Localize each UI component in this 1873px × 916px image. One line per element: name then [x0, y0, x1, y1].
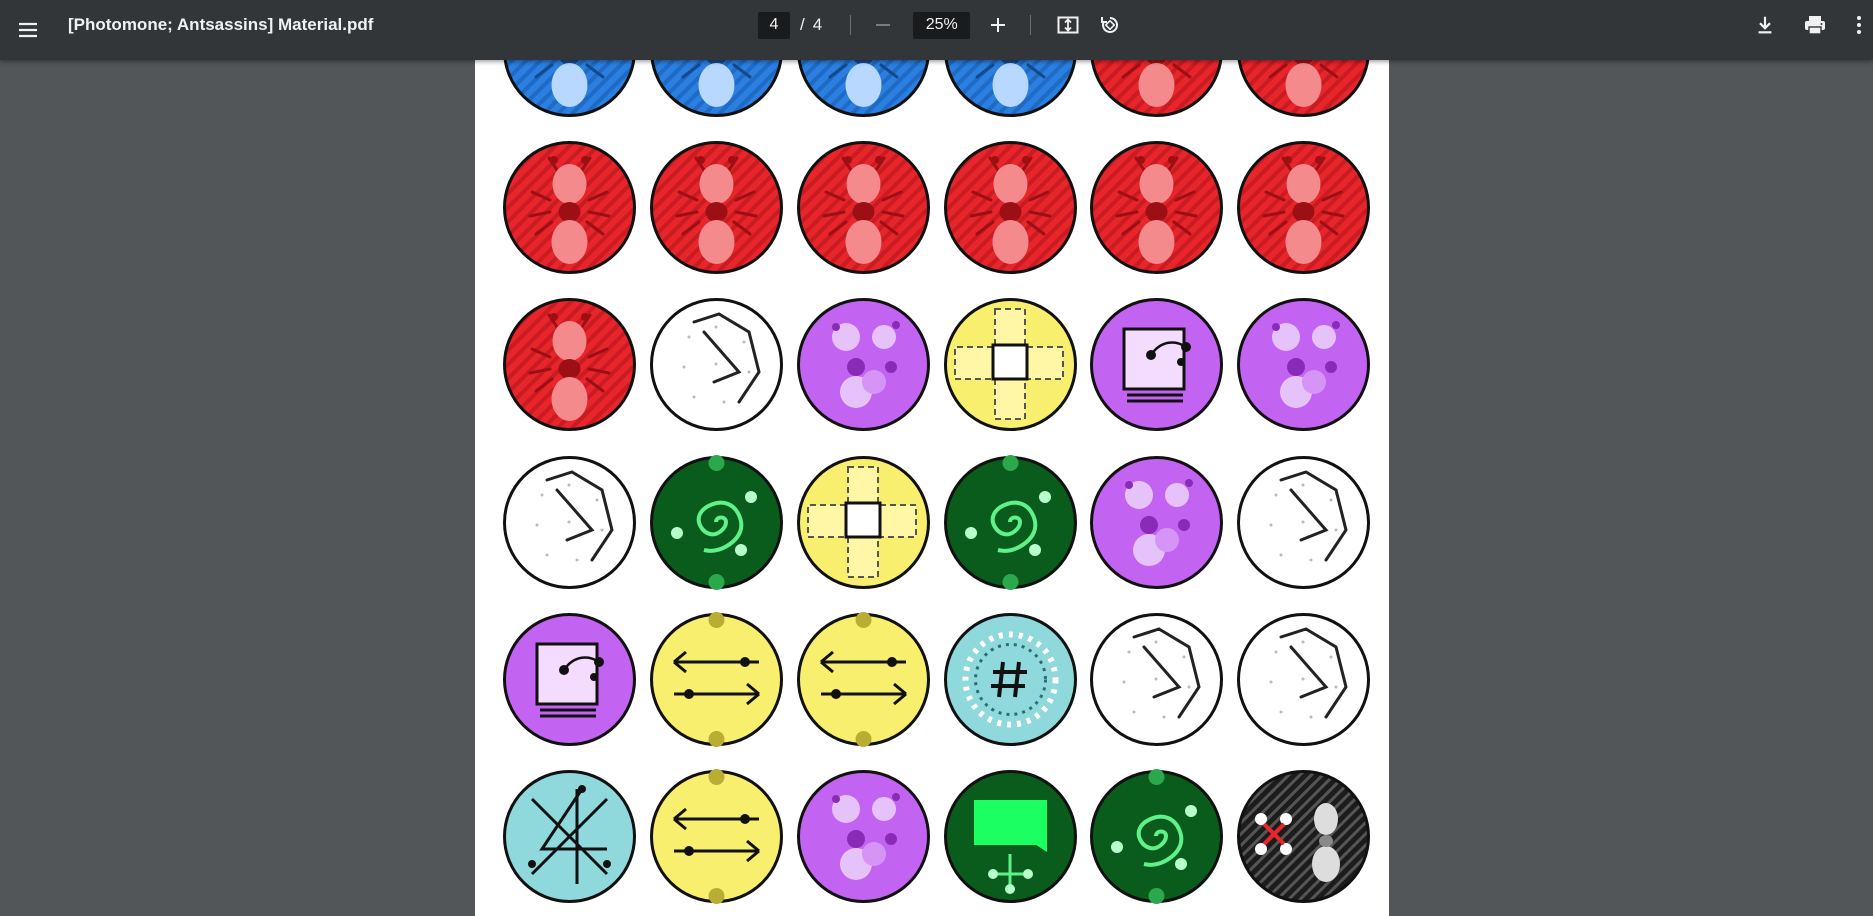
- token-white-lines-graphic: [1090, 613, 1223, 746]
- token-red-ant-graphic: [944, 141, 1077, 274]
- pdf-page: [475, 0, 1389, 916]
- token-red-ant-graphic: [1090, 141, 1223, 274]
- page-total: 4: [812, 15, 823, 34]
- token-cyan-star: [502, 769, 637, 904]
- token-white-lines-graphic: [1237, 456, 1370, 589]
- token-red-ant: [943, 140, 1078, 275]
- token-white-lines: [1236, 612, 1371, 747]
- page-separator: /: [800, 15, 805, 34]
- token-red-ant: [796, 140, 931, 275]
- token-cyan-hash-graphic: [944, 613, 1077, 746]
- token-green-spiral-graphic: [650, 455, 783, 590]
- token-red-ant: [649, 140, 784, 275]
- token-purple-ants: [1236, 297, 1371, 432]
- document-title: [Photomone; Antsassins] Material.pdf: [68, 15, 374, 34]
- zoom-in-button[interactable]: [984, 11, 1012, 39]
- token-red-ant-graphic: [503, 298, 636, 431]
- token-red-ant: [1089, 140, 1224, 275]
- toolbar-divider: [850, 15, 852, 35]
- token-yellow-cross: [943, 297, 1078, 432]
- token-white-lines: [1236, 455, 1371, 590]
- plus-icon: [991, 18, 1006, 32]
- token-white-lines-graphic: [1237, 613, 1370, 746]
- fit-to-page-icon: [1057, 16, 1079, 34]
- hamburger-menu-icon[interactable]: [8, 10, 48, 50]
- token-black-x-ant: [1236, 769, 1371, 904]
- fit-to-page-button[interactable]: [1053, 10, 1083, 40]
- token-red-ant-graphic: [503, 141, 636, 274]
- token-yellow-cross-graphic: [797, 456, 930, 589]
- page-zoom-controls: / 4: [758, 0, 1125, 50]
- token-cyan-star-graphic: [503, 770, 636, 903]
- token-yellow-arrows: [649, 769, 784, 904]
- print-button[interactable]: [1795, 5, 1835, 45]
- token-purple-card-graphic: [1090, 298, 1223, 431]
- token-green-spiral: [943, 455, 1078, 590]
- token-green-spiral-graphic: [1090, 769, 1223, 904]
- token-red-ant-graphic: [1237, 141, 1370, 274]
- token-green-speech-graphic: [944, 770, 1077, 903]
- token-yellow-arrows-graphic: [650, 769, 783, 904]
- token-purple-ants: [796, 297, 931, 432]
- more-options-button[interactable]: [1839, 5, 1873, 45]
- token-red-ant: [502, 297, 637, 432]
- token-white-lines: [1089, 612, 1224, 747]
- document-actions: [1745, 0, 1873, 50]
- token-purple-ants-graphic: [797, 298, 930, 431]
- token-red-ant-graphic: [650, 141, 783, 274]
- token-red-ant: [1236, 140, 1371, 275]
- token-purple-ants: [796, 769, 931, 904]
- token-purple-card-graphic: [503, 613, 636, 746]
- token-purple-ants-graphic: [1237, 298, 1370, 431]
- token-green-speech: [943, 769, 1078, 904]
- token-white-lines: [502, 455, 637, 590]
- toolbar-divider: [1030, 15, 1032, 35]
- token-white-lines-graphic: [503, 456, 636, 589]
- rotate-button[interactable]: [1095, 10, 1125, 40]
- page-number-input[interactable]: [758, 11, 790, 39]
- token-yellow-arrows: [649, 612, 784, 747]
- token-yellow-arrows-graphic: [650, 612, 783, 747]
- token-green-spiral: [1089, 769, 1224, 904]
- download-icon: [1758, 16, 1772, 34]
- token-purple-card: [502, 612, 637, 747]
- token-yellow-cross-graphic: [944, 298, 1077, 431]
- token-black-x-ant-graphic: [1237, 770, 1370, 903]
- token-red-ant: [502, 140, 637, 275]
- token-yellow-arrows-graphic: [797, 612, 930, 747]
- token-purple-ants: [1089, 455, 1224, 590]
- rotate-icon: [1101, 16, 1119, 33]
- token-red-ant-graphic: [797, 141, 930, 274]
- token-white-lines: [649, 297, 784, 432]
- download-button[interactable]: [1745, 5, 1785, 45]
- token-purple-ants-graphic: [1090, 456, 1223, 589]
- token-purple-ants-graphic: [797, 770, 930, 903]
- token-cyan-hash: [943, 612, 1078, 747]
- token-yellow-arrows: [796, 612, 931, 747]
- token-purple-card: [1089, 297, 1224, 432]
- token-green-spiral: [649, 455, 784, 590]
- print-icon: [1805, 16, 1825, 35]
- more-vertical-icon: [1857, 16, 1861, 34]
- zoom-out-button[interactable]: [869, 11, 897, 39]
- token-white-lines-graphic: [650, 298, 783, 431]
- minus-icon: [876, 24, 891, 26]
- token-green-spiral-graphic: [944, 455, 1077, 590]
- token-yellow-cross: [796, 455, 931, 590]
- pdf-toolbar: [Photomone; Antsassins] Material.pdf / 4: [0, 0, 1873, 60]
- zoom-input[interactable]: [913, 11, 971, 39]
